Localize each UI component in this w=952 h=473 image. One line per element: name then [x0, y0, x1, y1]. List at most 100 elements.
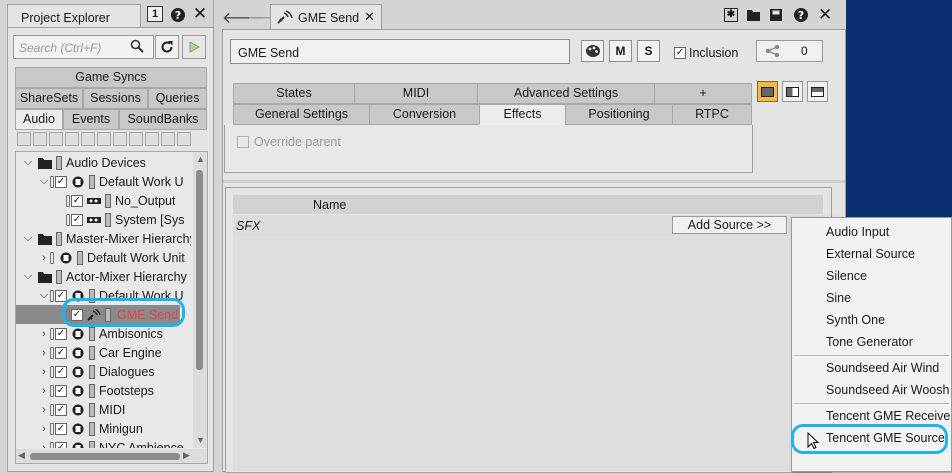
menu-item-tone-generator[interactable]: Tone Generator [826, 335, 913, 349]
tab-rtpc[interactable]: RTPC [672, 104, 752, 125]
chevron-right-icon[interactable]: › [38, 328, 50, 340]
drag-handle-icon[interactable] [50, 251, 54, 264]
tree-row[interactable]: › ✓ Minigun [16, 419, 143, 438]
include-checkbox[interactable]: ✓ [71, 213, 83, 226]
menu-item-external-source[interactable]: External Source [826, 247, 915, 261]
tree-row[interactable]: › ✓ Car Engine [16, 343, 162, 362]
menu-item-tencent-gme-receive[interactable]: Tencent GME Receive [826, 409, 950, 423]
close-tab-icon[interactable]: ✕ [364, 9, 375, 25]
menu-item-silence[interactable]: Silence [826, 269, 867, 283]
help-icon[interactable]: ? [793, 7, 809, 23]
chevron-down-icon[interactable]: ⌵ [38, 175, 50, 188]
tab-events[interactable]: Events [63, 109, 119, 130]
tree-row[interactable]: › ✓ Dialogues [16, 362, 155, 381]
menu-item-synth-one[interactable]: Synth One [826, 313, 885, 327]
tree-row[interactable]: ⌵ ✓ Default Work U [16, 172, 184, 191]
save-icon[interactable] [769, 8, 783, 22]
chevron-down-icon[interactable]: ⌵ [22, 232, 34, 245]
close-icon[interactable]: ✕ [191, 4, 209, 23]
tab-general-settings[interactable]: General Settings [233, 104, 370, 125]
scroll-up-icon[interactable]: ▲ [196, 154, 205, 164]
drag-handle-icon[interactable] [50, 327, 54, 340]
tree-row[interactable]: ⌵ Master-Mixer Hierarchy [16, 229, 191, 248]
include-checkbox[interactable]: ✓ [55, 422, 67, 435]
chevron-right-icon[interactable]: › [38, 404, 50, 416]
include-checkbox[interactable]: ✓ [55, 403, 67, 416]
new-container-icon[interactable] [81, 132, 95, 146]
new-work-unit-icon[interactable] [49, 132, 63, 146]
menu-item-soundseed-air-woosh[interactable]: Soundseed Air Woosh [826, 383, 949, 397]
tab-sharesets[interactable]: ShareSets [15, 88, 83, 109]
inclusion-checkbox[interactable]: ✓ [674, 47, 686, 59]
drag-handle-icon[interactable] [50, 346, 54, 359]
scroll-left-icon[interactable]: ◀ [18, 450, 25, 461]
tab-effects[interactable]: Effects [479, 104, 566, 125]
drag-handle-icon[interactable] [50, 365, 54, 378]
chevron-right-icon[interactable]: › [38, 366, 50, 378]
tab-soundbanks[interactable]: SoundBanks [119, 109, 207, 130]
tab-advanced-settings[interactable]: Advanced Settings [477, 83, 655, 104]
include-checkbox[interactable]: ✓ [71, 194, 83, 207]
editor-tab[interactable]: GME Send ✕ [270, 4, 382, 29]
chevron-right-icon[interactable]: › [38, 347, 50, 359]
include-checkbox[interactable]: ✓ [55, 441, 67, 448]
new-sequence-icon[interactable] [113, 132, 127, 146]
project-explorer-tab[interactable]: Project Explorer [7, 4, 141, 27]
open-folder-icon[interactable] [746, 8, 762, 22]
solo-button[interactable]: S [637, 40, 660, 62]
new-folder-icon[interactable] [33, 132, 47, 146]
horizontal-scrollbar[interactable]: ◀ ▶ [16, 449, 207, 463]
new-switch-icon[interactable] [129, 132, 143, 146]
add-source-button[interactable]: Add Source >> [672, 216, 787, 234]
tab-conversion[interactable]: Conversion [369, 104, 480, 125]
drag-handle-icon[interactable] [50, 289, 54, 302]
drag-handle-icon[interactable] [50, 384, 54, 397]
chevron-down-icon[interactable]: ⌵ [22, 156, 34, 169]
tree-row[interactable]: ✓ System [Sys [16, 210, 184, 229]
include-checkbox[interactable]: ✓ [55, 289, 67, 302]
color-palette-button[interactable] [581, 40, 604, 62]
tab-sessions[interactable]: Sessions [83, 88, 148, 109]
tab-audio[interactable]: Audio [15, 109, 63, 130]
object-name-input[interactable]: GME Send [230, 39, 570, 64]
play-selection-button[interactable] [182, 35, 206, 59]
tab-midi[interactable]: MIDI [354, 83, 478, 104]
drag-handle-icon[interactable] [66, 194, 70, 207]
menu-item-sine[interactable]: Sine [826, 291, 851, 305]
tree-row[interactable]: ⌵ Audio Devices [16, 153, 146, 172]
chevron-right-icon[interactable]: › [38, 442, 50, 449]
tab-queries[interactable]: Queries [148, 88, 207, 109]
new-random-icon[interactable] [145, 132, 159, 146]
new-audio-icon[interactable] [17, 132, 31, 146]
tab-game-syncs[interactable]: Game Syncs [15, 67, 207, 88]
menu-item-soundseed-air-wind[interactable]: Soundseed Air Wind [826, 361, 939, 375]
tab-positioning[interactable]: Positioning [565, 104, 673, 125]
vertical-scrollbar[interactable]: ▲ ▼ [193, 152, 207, 448]
scroll-right-icon[interactable]: ▶ [183, 450, 190, 461]
include-checkbox[interactable]: ✓ [55, 346, 67, 359]
drag-handle-icon[interactable] [50, 175, 54, 188]
tree-row[interactable]: › Default Work Unit [16, 248, 185, 267]
new-plugin-icon[interactable] [177, 132, 191, 146]
include-checkbox[interactable]: ✓ [55, 327, 67, 340]
chevron-right-icon[interactable]: › [38, 252, 50, 264]
override-parent-checkbox[interactable] [237, 136, 249, 148]
drag-handle-icon[interactable] [50, 422, 54, 435]
include-checkbox[interactable]: ✓ [55, 175, 67, 188]
drag-handle-icon[interactable] [50, 403, 54, 416]
scroll-down-icon[interactable]: ▼ [196, 435, 205, 445]
tree-row[interactable]: › ✓ NYC Ambience [16, 438, 184, 448]
tree-row[interactable]: › ✓ Footsteps [16, 381, 154, 400]
new-sound-icon[interactable] [161, 132, 175, 146]
share-count-box[interactable]: 0 [756, 40, 823, 62]
include-checkbox[interactable]: ✓ [55, 365, 67, 378]
new-actor-mixer-icon[interactable] [65, 132, 79, 146]
splitter[interactable] [223, 180, 845, 183]
chevron-down-icon[interactable]: ⌵ [22, 270, 34, 283]
layout-split-horizontal-button[interactable] [782, 81, 803, 102]
tab-states[interactable]: States [233, 83, 355, 104]
drag-handle-icon[interactable] [50, 441, 54, 448]
refresh-button[interactable] [155, 35, 179, 59]
help-icon[interactable]: ? [169, 6, 187, 24]
close-icon[interactable]: ✕ [818, 5, 832, 25]
